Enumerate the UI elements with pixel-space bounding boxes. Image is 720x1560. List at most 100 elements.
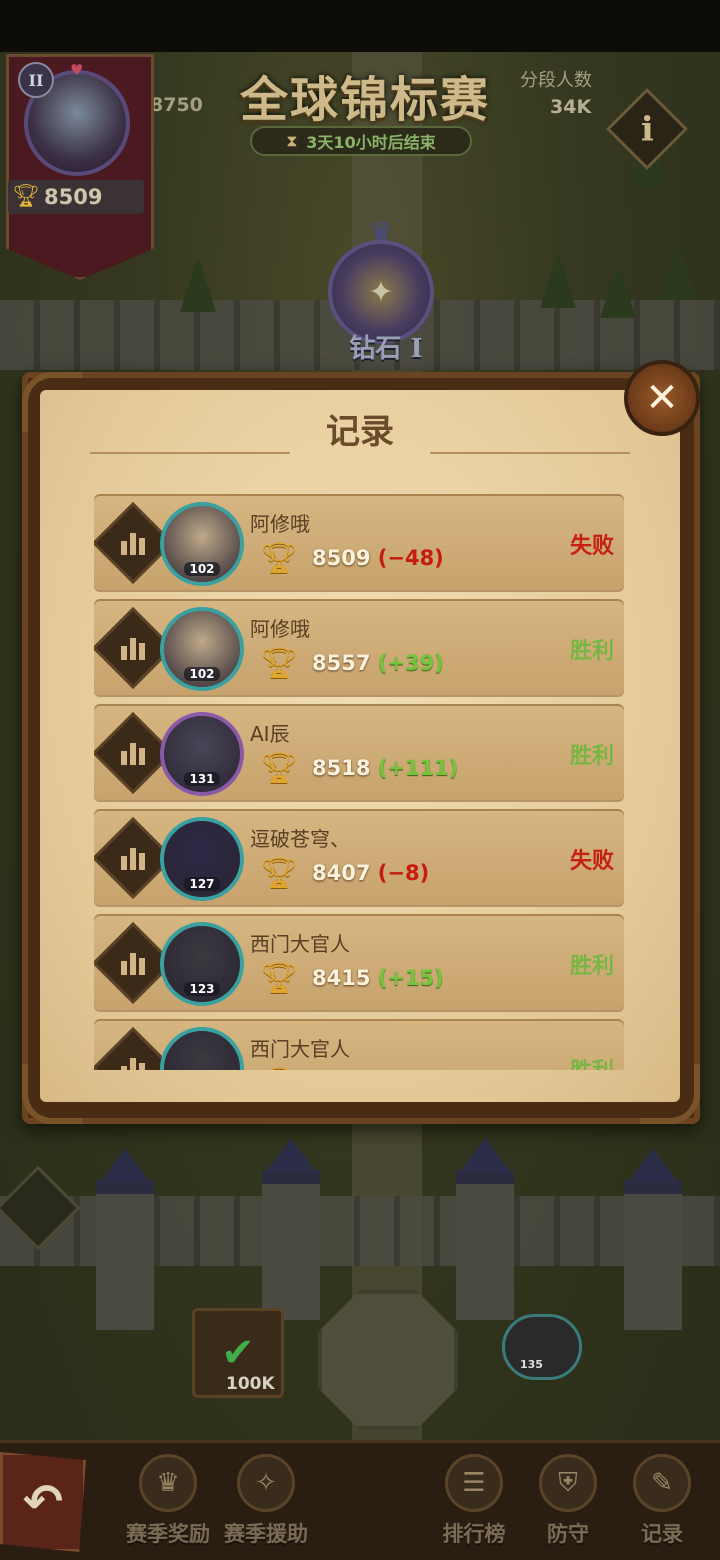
opponent-score: 8415 xyxy=(312,966,371,990)
list-item[interactable]: 127 逗破苍穹、 🏆︎ 8407 (−8) 失败 xyxy=(94,809,624,907)
match-result: 胜利 xyxy=(569,954,614,979)
opponent-score: 8518 xyxy=(312,756,371,780)
enemy-level: 135 xyxy=(520,1358,543,1371)
status-strip xyxy=(0,0,720,52)
castle-tower xyxy=(624,1148,682,1330)
avatar[interactable]: 123 xyxy=(160,922,244,1006)
nav-label: 赛季奖励 xyxy=(126,1522,210,1546)
diamond-icon: ✦ xyxy=(368,274,394,310)
opponent-name: 西门大官人 xyxy=(250,1037,350,1061)
avatar[interactable]: 127 xyxy=(160,817,244,901)
trophy-icon: 🏆︎ xyxy=(260,1067,298,1071)
frame-corner xyxy=(640,1064,700,1124)
opponent-level: 123 xyxy=(184,982,220,996)
score-delta: (−48) xyxy=(377,546,444,570)
opponent-level: 102 xyxy=(184,562,220,576)
opponent-name: 西门大官人 xyxy=(250,932,350,956)
back-button[interactable]: ↶ xyxy=(0,1452,86,1552)
opponent-name: AI辰 xyxy=(250,722,290,746)
avatar[interactable]: 131 xyxy=(160,712,244,796)
score-line: 8518 (+111) xyxy=(312,756,502,786)
match-result: 胜利 xyxy=(569,639,614,664)
title-divider xyxy=(90,452,290,454)
match-result: 失败 xyxy=(569,849,614,874)
list-item[interactable]: 西门大官人 🏆︎ 胜利 xyxy=(94,1019,624,1070)
bar-chart-icon xyxy=(121,846,145,870)
bar-chart-icon xyxy=(121,636,145,660)
tree xyxy=(180,256,216,312)
nav-defense[interactable]: ⛨ 防守 xyxy=(518,1454,618,1554)
score-line: 8557 (+39) xyxy=(312,651,502,681)
player-rank-badge: II xyxy=(18,62,54,98)
list-item[interactable]: 102 阿修哦 🏆︎ 8557 (+39) 胜利 xyxy=(94,599,624,697)
opponent-name: 逗破苍穹、 xyxy=(250,827,350,851)
season-timer: ⧗ 3天10小时后结束 xyxy=(250,126,472,156)
league-name: 钻石 I xyxy=(349,334,423,364)
score-delta: (+111) xyxy=(377,756,459,780)
nav-label: 防守 xyxy=(547,1522,589,1546)
frame-corner xyxy=(22,372,82,432)
title-divider xyxy=(430,452,630,454)
castle-plaza xyxy=(318,1290,458,1430)
score-delta: (+39) xyxy=(377,651,444,675)
score-delta: (+15) xyxy=(377,966,444,990)
nav-leaderboard[interactable]: ☰ 排行榜 xyxy=(424,1454,524,1554)
bar-chart-icon xyxy=(121,741,145,765)
opponent-name: 阿修哦 xyxy=(250,617,310,641)
trophy-icon: 🏆︎ xyxy=(260,856,299,891)
avatar[interactable]: 102 xyxy=(160,607,244,691)
bar-chart-icon xyxy=(121,531,145,555)
list-item[interactable]: 131 AI辰 🏆︎ 8518 (+111) 胜利 xyxy=(94,704,624,802)
nav-season-support[interactable]: ✧ 赛季援助 xyxy=(216,1454,316,1554)
trophy-icon: 🏆︎ xyxy=(260,541,299,576)
close-icon: ✕ xyxy=(645,375,679,421)
score-line: 8415 (+15) xyxy=(312,966,502,996)
shield-icon: ⛨ xyxy=(539,1454,597,1512)
player-trophy-row: 🏆︎ 8509 xyxy=(8,180,144,214)
trophy-icon: 🏆︎ xyxy=(260,646,299,681)
castle-tower xyxy=(262,1138,320,1320)
reward-icon: ♛ xyxy=(139,1454,197,1512)
opponent-name: 阿修哦 xyxy=(250,512,310,536)
score-line: 8509 (−48) xyxy=(312,546,502,576)
nav-season-rewards[interactable]: ♛ 赛季奖励 xyxy=(118,1454,218,1554)
match-result: 胜利 xyxy=(569,744,614,769)
tree xyxy=(660,244,696,300)
castle-tower xyxy=(456,1138,514,1320)
bar-chart-icon xyxy=(121,1056,145,1070)
hourglass-icon: ⧗ xyxy=(286,131,298,150)
match-result: 胜利 xyxy=(534,1053,614,1070)
avatar[interactable] xyxy=(160,1027,244,1070)
trophy-icon: 🏆︎ xyxy=(260,961,299,996)
score-line: 8407 (−8) xyxy=(312,861,502,891)
scroll-icon: ☰ xyxy=(445,1454,503,1512)
opponent-score: 8557 xyxy=(312,651,371,675)
back-arrow-icon: ↶ xyxy=(22,1474,64,1530)
page-title: 全球锦标赛 xyxy=(239,72,490,128)
opponent-level: 102 xyxy=(184,667,220,681)
rank-label: 分段人数 xyxy=(520,70,592,91)
heart-icon: ♥ xyxy=(70,61,84,79)
nav-records[interactable]: ✎ 记录 xyxy=(612,1454,712,1554)
nav-label: 排行榜 xyxy=(442,1522,506,1546)
list-item[interactable]: 102 阿修哦 🏆︎ 8509 (−48) 失败 xyxy=(94,494,624,592)
timer-text: 3天10小时后结束 xyxy=(306,133,436,152)
list-item[interactable]: 123 西门大官人 🏆︎ 8415 (+15) 胜利 xyxy=(94,914,624,1012)
avatar[interactable]: 102 xyxy=(160,502,244,586)
tree xyxy=(600,262,636,318)
chest-amount: 100K xyxy=(226,1374,275,1394)
score-delta: (−8) xyxy=(377,861,430,885)
check-icon: ✔ xyxy=(221,1330,255,1376)
quill-icon: ✎ xyxy=(633,1454,691,1512)
castle-tower xyxy=(96,1148,154,1330)
nav-label: 记录 xyxy=(641,1522,683,1546)
opponent-level: 131 xyxy=(184,772,220,786)
opponent-score: 8509 xyxy=(312,546,371,570)
modal-title: 记录 xyxy=(326,412,394,452)
match-result: 失败 xyxy=(569,534,614,559)
record-list[interactable]: 102 阿修哦 🏆︎ 8509 (−48) 失败 102 阿修哦 🏆︎ 8557… xyxy=(94,494,626,1070)
opponent-level: 127 xyxy=(184,877,220,891)
close-button[interactable]: ✕ xyxy=(624,360,700,436)
nav-label: 赛季援助 xyxy=(224,1522,308,1546)
bar-chart-icon xyxy=(121,951,145,975)
